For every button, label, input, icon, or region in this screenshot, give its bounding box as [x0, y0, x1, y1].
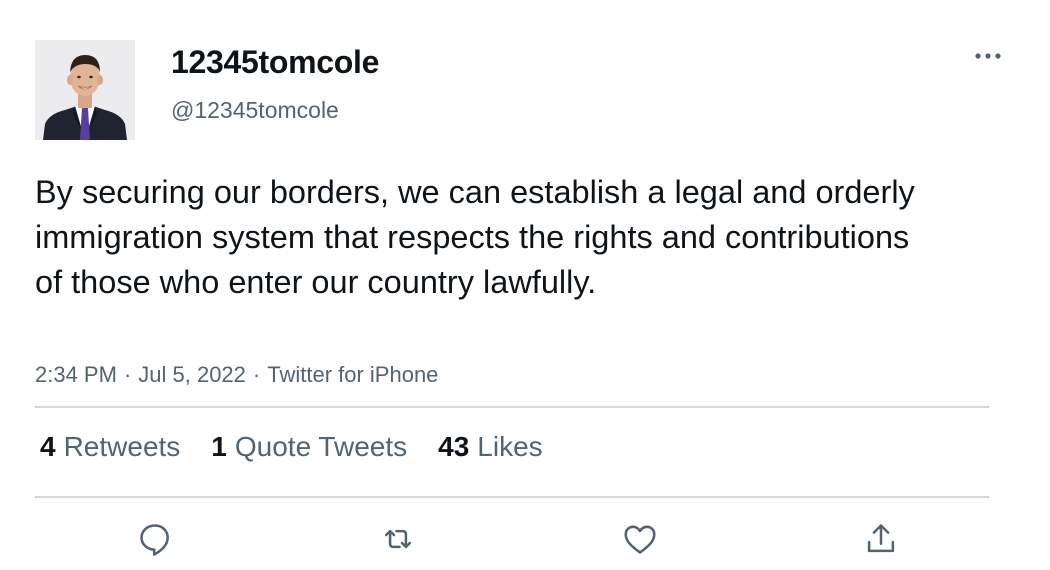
reply-icon: [140, 524, 169, 556]
more-options-button[interactable]: [970, 42, 1006, 70]
retweet-button[interactable]: [379, 520, 417, 558]
user-handle[interactable]: @12345tomcole: [171, 97, 339, 124]
more-icon: [975, 53, 1001, 59]
avatar[interactable]: [35, 40, 135, 140]
meta-separator: ·: [123, 362, 132, 387]
tweet-source[interactable]: Twitter for iPhone: [267, 362, 438, 387]
reply-button[interactable]: [136, 520, 174, 558]
likes-stat[interactable]: 43 Likes: [438, 431, 543, 463]
tweet-card: 12345tomcole @12345tomcole By securing o…: [0, 0, 1050, 570]
likes-count: 43: [438, 431, 470, 462]
like-icon: [624, 525, 656, 554]
like-button[interactable]: [621, 520, 659, 558]
retweets-label: Retweets: [63, 431, 181, 462]
engagement-stats: 4 Retweets 1 Quote Tweets 43 Likes: [40, 431, 574, 463]
share-button[interactable]: [862, 520, 900, 558]
divider: [35, 496, 989, 498]
retweets-count: 4: [40, 431, 56, 462]
quotes-count: 1: [211, 431, 227, 462]
display-name[interactable]: 12345tomcole: [171, 44, 379, 81]
retweet-icon: [384, 529, 412, 549]
tweet-time[interactable]: 2:34 PM: [35, 362, 117, 387]
likes-label: Likes: [477, 431, 543, 462]
meta-separator: ·: [252, 362, 261, 387]
retweets-stat[interactable]: 4 Retweets: [40, 431, 180, 463]
tweet-text: By securing our borders, we can establis…: [35, 174, 915, 300]
quotes-label: Quote Tweets: [234, 431, 408, 462]
avatar-photo: [35, 40, 135, 140]
divider: [35, 406, 989, 408]
quote-tweets-stat[interactable]: 1 Quote Tweets: [211, 431, 407, 463]
tweet-date[interactable]: Jul 5, 2022: [138, 362, 246, 387]
tweet-meta: 2:34 PM · Jul 5, 2022 · Twitter for iPhone: [35, 362, 438, 388]
share-icon: [867, 524, 895, 553]
